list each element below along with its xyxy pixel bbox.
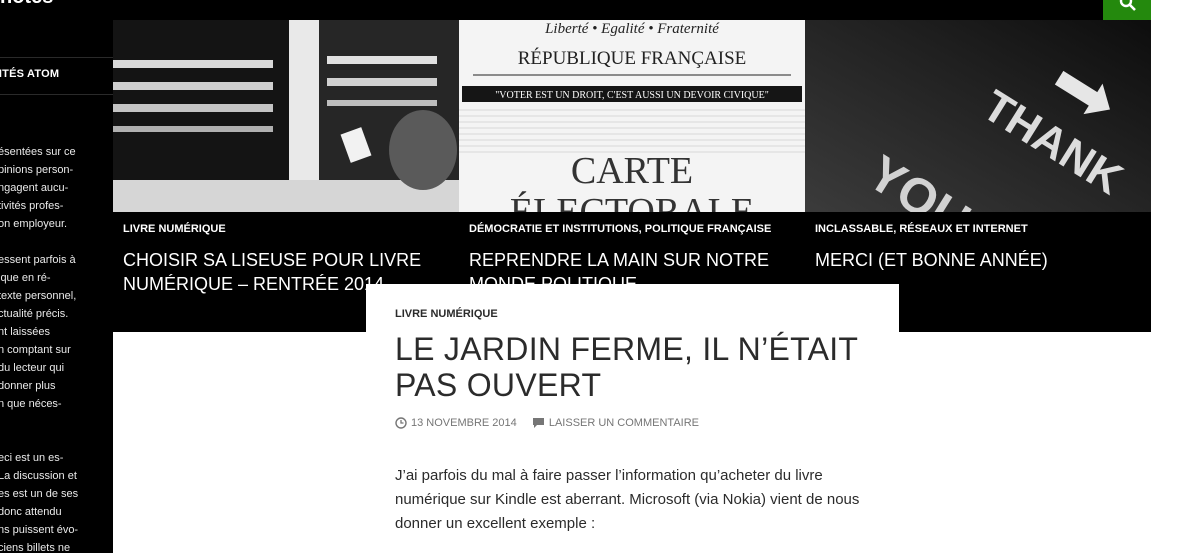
featured-title[interactable]: MERCI (ET BONNE ANNÉE): [815, 248, 1140, 272]
sidebar-text-line: ique en ré-: [0, 272, 51, 284]
card-slogan: "VOTER EST UN DROIT, C'EST AUSSI UN DEVO…: [495, 90, 769, 101]
sidebar-text-line: La discussion et: [0, 470, 77, 482]
sidebar-text-line: on employeur.: [0, 218, 68, 230]
post-date: 13 NOVEMBRE 2014: [411, 417, 517, 429]
post-excerpt: J’ai parfois du mal à faire passer l’inf…: [395, 467, 860, 532]
sidebar-text-line: donc attendu: [0, 506, 62, 518]
sidebar-text-line: n que néces-: [0, 398, 62, 410]
left-sidebar: LITÉS ATOM ésentées sur ce pinions person…: [0, 20, 113, 553]
search-toggle-button[interactable]: [1103, 0, 1151, 20]
sidebar-text-line: nt laissées: [0, 326, 50, 338]
featured-category[interactable]: DÉMOCRATIE ET INSTITUTIONS, POLITIQUE FR…: [469, 223, 771, 235]
sidebar-text-line: n comptant sur: [0, 344, 71, 356]
top-nav-links[interactable]: · · · · ·: [840, 0, 880, 4]
search-icon: [1119, 0, 1136, 11]
leave-comment-label: LAISSER UN COMMENTAIRE: [548, 417, 699, 429]
sidebar-text-line: ciens billets ne: [0, 542, 71, 553]
post-category-link[interactable]: LIVRE NUMÉRIQUE: [395, 308, 498, 320]
featured-image-thank-you-road[interactable]: THANK YOU: [805, 20, 1151, 212]
comment-icon: [532, 418, 544, 428]
sidebar-text-line: es est un de ses: [0, 488, 79, 500]
top-header-bar: notes · · · · ·: [0, 0, 1151, 20]
sidebar-text-line: texte personnel,: [0, 290, 77, 302]
post-date-link[interactable]: 13 NOVEMBRE 2014: [395, 417, 517, 429]
post-title[interactable]: LE JARDIN FERME, IL N’ÉTAIT PAS OUVERT: [395, 331, 875, 403]
clock-icon: [395, 417, 407, 429]
featured-image-train-window[interactable]: [113, 20, 459, 212]
leave-comment-link[interactable]: LAISSER UN COMMENTAIRE: [532, 417, 699, 429]
sidebar-text-line: du lecteur qui: [0, 362, 65, 374]
page-right-margin: [1151, 0, 1190, 553]
featured-category[interactable]: INCLASSABLE, RÉSEAUX ET INTERNET: [815, 223, 1028, 235]
sidebar-text-line: essent parfois à: [0, 254, 76, 266]
featured-image-voter-card[interactable]: Liberté • Egalité • Fraternité RÉPUBLIQU…: [459, 20, 805, 212]
sidebar-text-line: ctualité précis.: [0, 308, 69, 320]
sidebar-text-line: tivités profes-: [0, 200, 64, 212]
sidebar-widget-heading[interactable]: LITÉS ATOM: [0, 57, 113, 95]
post-meta: 13 NOVEMBRE 2014 LAISSER UN COMMENTAIRE: [395, 417, 711, 432]
sidebar-text-line: ngagent aucu-: [0, 182, 69, 194]
sidebar-heading-label: LITÉS ATOM: [0, 68, 60, 80]
post-article: LIVRE NUMÉRIQUE LE JARDIN FERME, IL N’ÉT…: [366, 284, 899, 553]
sidebar-text-line: pinions person-: [0, 164, 74, 176]
site-title[interactable]: notes: [0, 0, 53, 9]
featured-category[interactable]: LIVRE NUMÉRIQUE: [123, 223, 226, 235]
card-word-2: ÉLECTORALE: [510, 191, 754, 212]
sidebar-text-line: eci est un es-: [0, 452, 64, 464]
sidebar-text-line: ns puissent évo-: [0, 524, 79, 536]
card-word-1: CARTE: [571, 150, 693, 192]
card-motto: Liberté • Egalité • Fraternité: [544, 21, 720, 37]
card-republic: RÉPUBLIQUE FRANÇAISE: [518, 47, 747, 69]
sidebar-text-line: ésentées sur ce: [0, 146, 76, 158]
sidebar-text-line: donner plus: [0, 380, 56, 392]
